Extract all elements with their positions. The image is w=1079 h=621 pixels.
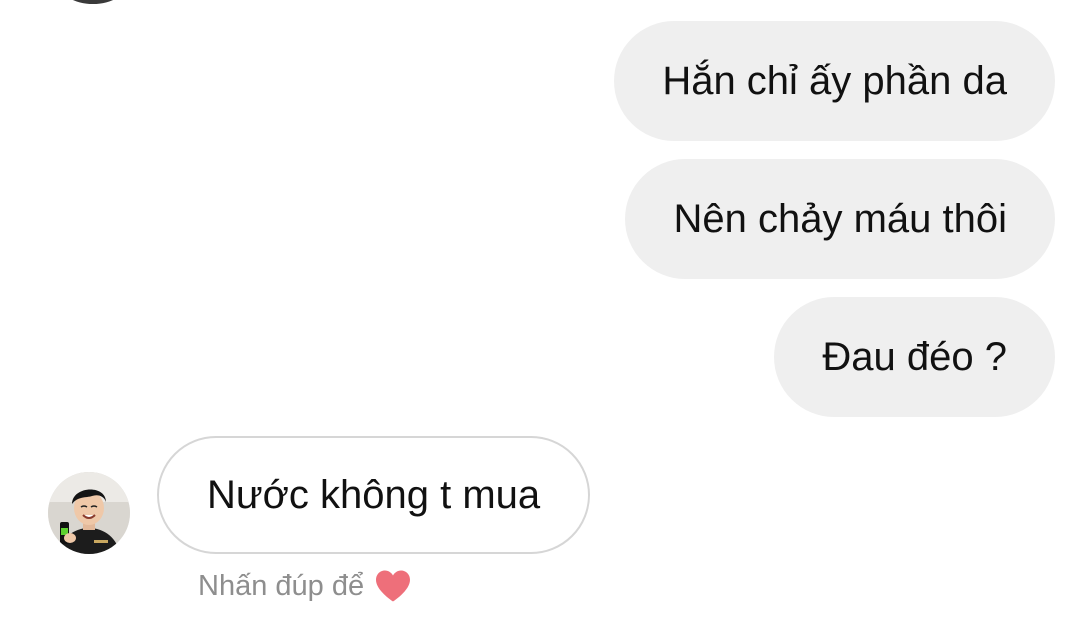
incoming-message[interactable]: Nước không t mua	[157, 436, 591, 554]
chat-thread: Hắn chỉ ấy phần da Nên chảy máu thôi Đau…	[0, 0, 1079, 621]
message-text: Hắn chỉ ấy phần da	[662, 58, 1007, 103]
avatar-photo	[48, 472, 130, 554]
message-text: Nước không t mua	[207, 472, 541, 517]
message-text: Đau đéo ?	[822, 334, 1007, 379]
outgoing-message[interactable]: Đau đéo ?	[774, 297, 1055, 417]
double-tap-hint[interactable]: Nhấn đúp để	[198, 566, 412, 606]
outgoing-message[interactable]: Nên chảy máu thôi	[625, 159, 1055, 279]
previous-avatar	[58, 0, 128, 4]
user-avatar[interactable]	[48, 472, 130, 554]
message-text: Nên chảy máu thôi	[673, 196, 1007, 241]
heart-icon	[374, 569, 412, 603]
outgoing-message[interactable]: Hắn chỉ ấy phần da	[614, 21, 1055, 141]
hint-label: Nhấn đúp để	[198, 569, 365, 602]
